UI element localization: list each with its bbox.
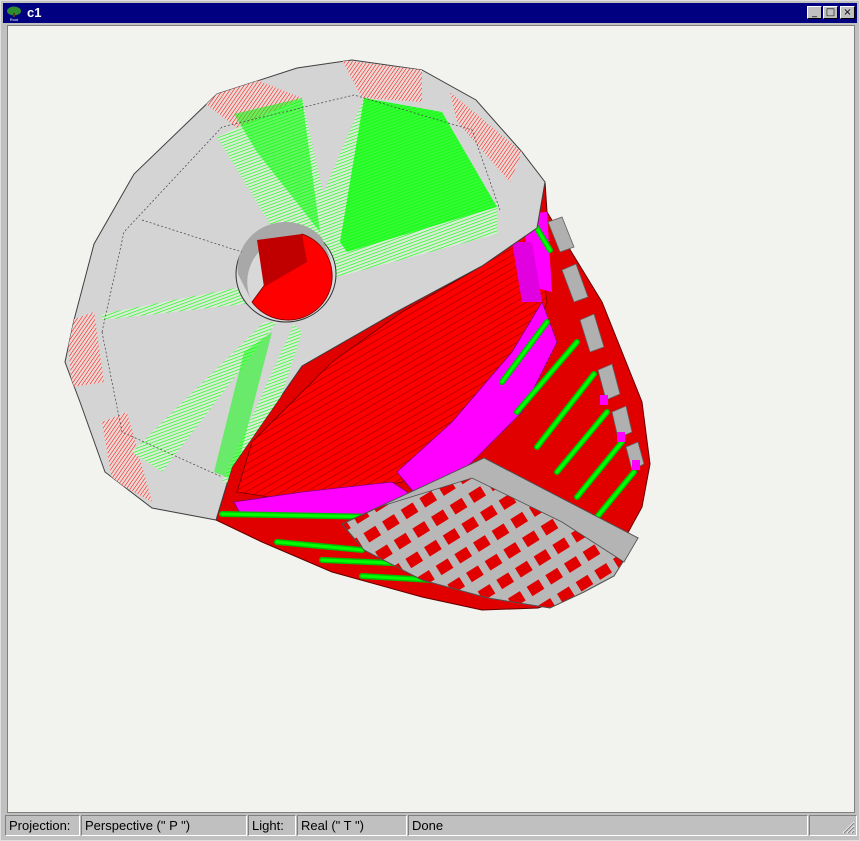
light-value: Real (" T ") <box>297 815 407 836</box>
status-message: Done <box>408 815 808 836</box>
window-title: c1 <box>27 5 42 20</box>
detector-3d-view[interactable] <box>8 26 855 813</box>
drawing-canvas[interactable] <box>7 25 855 813</box>
canvas-window: Root c1 _ □ × Projection: Perspective ("… <box>0 0 860 841</box>
projection-label: Projection: <box>5 815 80 836</box>
projection-value: Perspective (" P ") <box>81 815 247 836</box>
svg-text:Root: Root <box>10 17 19 21</box>
root-tree-icon: Root <box>7 6 21 21</box>
resize-grip-icon[interactable] <box>841 820 855 834</box>
maximize-button[interactable]: □ <box>823 6 838 19</box>
title-bar[interactable]: Root c1 _ □ × <box>3 3 857 23</box>
light-label: Light: <box>248 815 296 836</box>
minimize-button[interactable]: _ <box>807 6 822 19</box>
status-bar: Projection: Perspective (" P ") Light: R… <box>5 815 857 837</box>
close-button[interactable]: × <box>840 6 855 19</box>
